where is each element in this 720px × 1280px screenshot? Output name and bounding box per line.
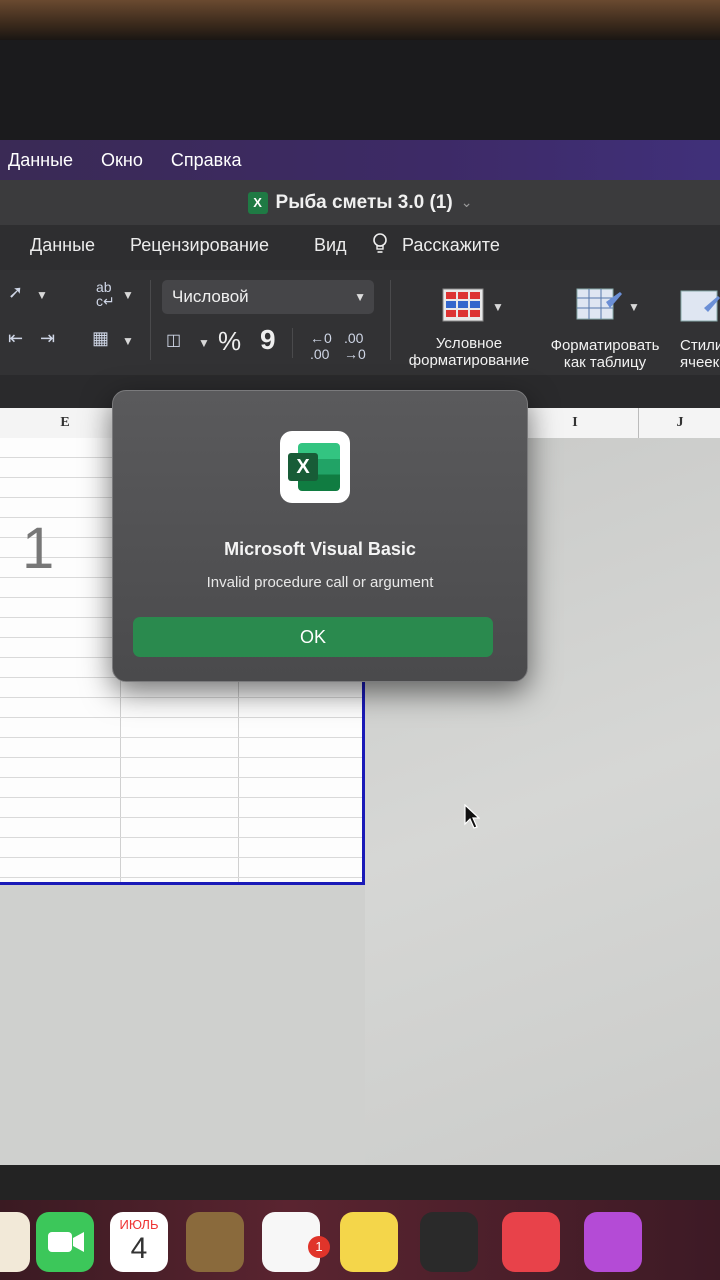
window-titlebar: X Рыба сметы 3.0 (1) ⌄ <box>0 180 720 225</box>
orientation-icon[interactable]: ➚ <box>8 282 23 303</box>
calendar-app-icon[interactable]: ИЮЛЬ 4 <box>110 1212 168 1272</box>
mouse-pointer-icon <box>464 804 480 829</box>
ok-button[interactable]: OK <box>133 617 493 657</box>
dock: ИЮЛЬ 4 <box>0 1200 720 1280</box>
number-format-dropdown[interactable]: Числовой ▼ <box>162 280 374 314</box>
column-header-i[interactable]: I <box>510 408 639 439</box>
comma-style-button[interactable]: 9 <box>260 324 276 356</box>
chevron-down-icon[interactable]: ▼ <box>36 288 48 302</box>
cell-styles-button[interactable]: Стили ячеек <box>680 337 720 371</box>
screen-bezel-bottom <box>0 1165 720 1200</box>
increase-decimal-icon[interactable]: ←0.00 <box>310 330 332 362</box>
tab-data[interactable]: Данные <box>30 235 95 256</box>
chevron-down-icon[interactable]: ▼ <box>198 336 210 350</box>
chevron-down-icon[interactable]: ▼ <box>122 334 134 348</box>
cell-value: 1 <box>22 516 55 581</box>
calendar-day: 4 <box>130 1232 148 1265</box>
chevron-down-icon[interactable]: ▼ <box>492 300 504 314</box>
ribbon-divider <box>150 280 151 360</box>
format-as-table-icon[interactable] <box>576 288 622 324</box>
menu-help[interactable]: Справка <box>171 150 242 171</box>
chevron-down-icon[interactable]: ▼ <box>628 300 640 314</box>
cell-styles-icon[interactable] <box>680 290 720 326</box>
increase-indent-icon[interactable]: ⇥ <box>40 328 55 349</box>
title-chevron-icon[interactable]: ⌄ <box>461 194 473 211</box>
excel-x-mark: X <box>288 453 318 481</box>
facetime-app-icon[interactable] <box>36 1212 94 1272</box>
conditional-formatting-icon[interactable] <box>442 288 484 322</box>
excel-app-icon: X <box>280 431 350 503</box>
chevron-down-icon[interactable]: ▼ <box>122 288 134 302</box>
ribbon-tabs: Данные Рецензирование Вид Расскажите <box>0 225 720 270</box>
menu-window[interactable]: Окно <box>101 150 143 171</box>
calendar-month: ИЮЛЬ <box>119 1217 159 1232</box>
percent-style-button[interactable]: % <box>218 326 241 357</box>
tab-view[interactable]: Вид <box>314 235 347 256</box>
podcasts-app-icon[interactable] <box>584 1212 642 1272</box>
conditional-formatting-button[interactable]: Условное форматирование <box>402 335 536 369</box>
screen-bezel-top <box>0 0 720 40</box>
excel-document-icon: X <box>247 191 268 214</box>
dialog-message: Invalid procedure call or argument <box>206 574 434 591</box>
number-format-value: Числовой <box>172 287 249 306</box>
notes-app-icon[interactable] <box>340 1212 398 1272</box>
video-camera-icon <box>48 1232 84 1252</box>
accounting-format-icon[interactable]: ◫ <box>166 330 181 350</box>
contacts-app-icon[interactable] <box>186 1212 244 1272</box>
menu-data[interactable]: Данные <box>8 150 73 171</box>
ribbon-divider <box>390 280 391 360</box>
column-header-j[interactable]: J <box>638 408 720 439</box>
screen-bezel-dark <box>0 40 720 142</box>
ribbon-divider <box>292 328 293 358</box>
notification-badge: 1 <box>308 1236 330 1258</box>
photos-app-icon[interactable] <box>0 1212 30 1272</box>
lightbulb-icon <box>373 233 387 253</box>
merge-cells-icon[interactable]: ▦ <box>92 328 109 349</box>
apple-tv-app-icon[interactable] <box>420 1212 478 1272</box>
decrease-decimal-icon[interactable]: .00 →0 <box>344 330 366 362</box>
news-app-icon[interactable] <box>502 1212 560 1272</box>
format-as-table-button[interactable]: Форматировать как таблицу <box>540 337 670 371</box>
alert-dialog: X Microsoft Visual Basic Invalid procedu… <box>112 390 528 682</box>
menu-bar: Данные Окно Справка <box>0 140 720 180</box>
dialog-title: Microsoft Visual Basic <box>224 539 416 559</box>
column-header-e[interactable]: E <box>0 408 130 439</box>
tell-me-search[interactable]: Расскажите <box>402 235 500 256</box>
decrease-indent-icon[interactable]: ⇤ <box>8 328 23 349</box>
chevron-down-icon: ▼ <box>354 290 366 304</box>
tab-review[interactable]: Рецензирование <box>130 235 269 256</box>
window-title: Рыба сметы 3.0 (1) <box>275 191 453 213</box>
ribbon-toolbar: ➚ ▼ ab c↵ ▼ ⇤ ⇥ ▦ ▼ Числовой ▼ ◫ ▼ % 9 ←0… <box>0 270 720 375</box>
wrap-text-icon[interactable]: ab c↵ <box>96 280 115 308</box>
